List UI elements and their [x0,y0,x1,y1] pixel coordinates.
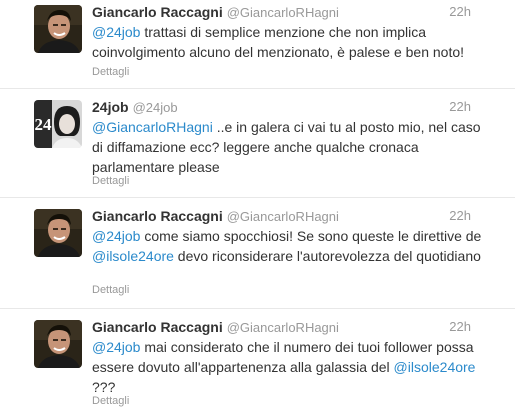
tweet-header: Giancarlo Raccagni @GiancarloRHagni 22h [92,3,515,21]
tweet-text: @24job come siamo spocchiosi! Se sono qu… [92,226,487,266]
tweet-username[interactable]: @GiancarloRHagni [227,320,339,335]
tweet-timeline: Giancarlo Raccagni @GiancarloRHagni 22h @… [0,0,515,419]
tweet-username[interactable]: @GiancarloRHagni [227,5,339,20]
details-link[interactable]: Dettagli [92,284,129,296]
tweet-username[interactable]: @GiancarloRHagni [227,209,339,224]
tweet-item[interactable]: 24 24job @24job 22h @GiancarloRHagni ..e … [0,89,515,198]
tweet-header: Giancarlo Raccagni @GiancarloRHagni 22h [92,207,515,225]
tweet-timestamp[interactable]: 22h [449,207,471,225]
details-link[interactable]: Dettagli [92,395,129,407]
tweet-item[interactable]: Giancarlo Raccagni @GiancarloRHagni 22h @… [0,309,515,419]
mention-link[interactable]: @GiancarloRHagni [92,119,213,135]
tweet-fullname[interactable]: Giancarlo Raccagni [92,319,223,335]
mention-link[interactable]: @ilsole24ore [394,359,476,375]
tweet-header: Giancarlo Raccagni @GiancarloRHagni 22h [92,318,515,336]
tweet-item[interactable]: Giancarlo Raccagni @GiancarloRHagni 22h @… [0,198,515,309]
tweet-text: @GiancarloRHagni ..e in galera ci vai tu… [92,117,487,177]
details-link[interactable]: Dettagli [92,175,129,187]
tweet-item[interactable]: Giancarlo Raccagni @GiancarloRHagni 22h @… [0,0,515,89]
tweet-timestamp[interactable]: 22h [449,3,471,21]
tweet-text-segment: ??? [92,379,116,395]
tweet-text: @24job mai considerato che il numero dei… [92,337,487,397]
tweet-header: 24job @24job 22h [92,98,515,116]
tweet-text-segment: trattasi di semplice menzione che non im… [92,24,465,60]
tweet-timestamp[interactable]: 22h [449,98,471,116]
avatar[interactable] [34,320,82,368]
details-link[interactable]: Dettagli [92,66,129,78]
avatar[interactable]: 24 [34,100,82,148]
mention-link[interactable]: @24job [92,24,140,40]
avatar-logo-label: 24 [35,115,53,134]
avatar[interactable] [34,209,82,257]
tweet-timestamp[interactable]: 22h [449,318,471,336]
tweet-username[interactable]: @24job [133,100,178,115]
tweet-text-segment: come siamo spocchiosi! Se sono queste le… [140,228,482,244]
mention-link[interactable]: @ilsole24ore [92,248,174,264]
tweet-fullname[interactable]: Giancarlo Raccagni [92,4,223,20]
tweet-fullname[interactable]: 24job [92,99,129,115]
mention-link[interactable]: @24job [92,228,140,244]
mention-link[interactable]: @24job [92,339,140,355]
avatar[interactable] [34,5,82,53]
tweet-text: @24job trattasi di semplice menzione che… [92,22,487,62]
tweet-fullname[interactable]: Giancarlo Raccagni [92,208,223,224]
tweet-text-segment: devo riconsiderare l'autorevolezza del q… [173,248,481,264]
